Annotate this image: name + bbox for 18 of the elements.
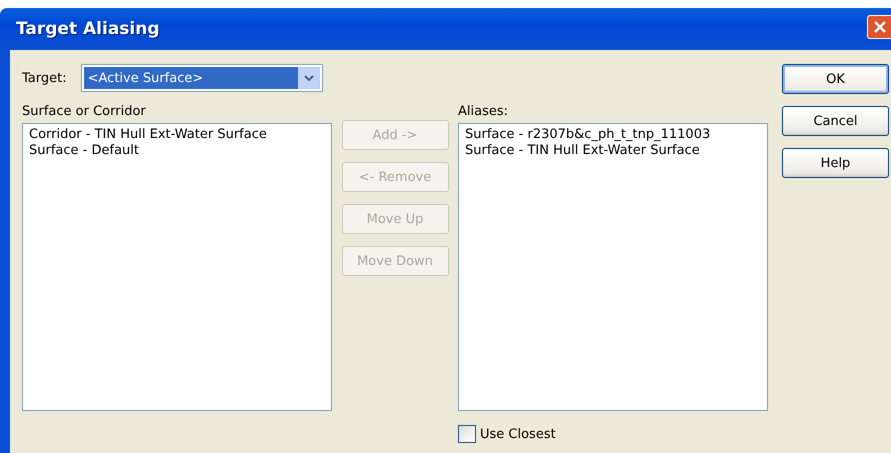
list-item[interactable]: Corridor - TIN Hull Ext-Water Surface <box>29 127 325 143</box>
dialog-button[interactable]: Help <box>782 148 889 178</box>
close-icon[interactable] <box>872 20 886 34</box>
list-item[interactable]: Surface - Default <box>29 143 325 159</box>
target-label: Target: <box>22 70 67 86</box>
checkbox-label: Use Closest <box>480 426 556 442</box>
dialog-button[interactable]: OK <box>782 64 889 94</box>
checkbox[interactable] <box>458 425 476 443</box>
dialog-button[interactable]: Cancel <box>782 106 889 136</box>
list-item[interactable]: Surface - TIN Hull Ext-Water Surface <box>465 143 761 159</box>
aliases-list[interactable]: Surface - r2307b&c_ph_t_tnp_111003 Surface - TIN Hull Ext-Water Surface <box>458 123 768 411</box>
list-label: Surface or Corridor <box>22 104 147 119</box>
list-label: Aliases: <box>458 104 510 119</box>
window-title: Target Aliasing <box>16 19 160 39</box>
close-button[interactable] <box>867 15 891 39</box>
target-dropdown[interactable]: <Active Surface> <box>80 64 323 92</box>
list-item[interactable]: Surface - r2307b&c_ph_t_tnp_111003 <box>465 127 761 143</box>
surface-list[interactable]: Corridor - TIN Hull Ext-Water Surface Surface - Default <box>22 123 332 411</box>
